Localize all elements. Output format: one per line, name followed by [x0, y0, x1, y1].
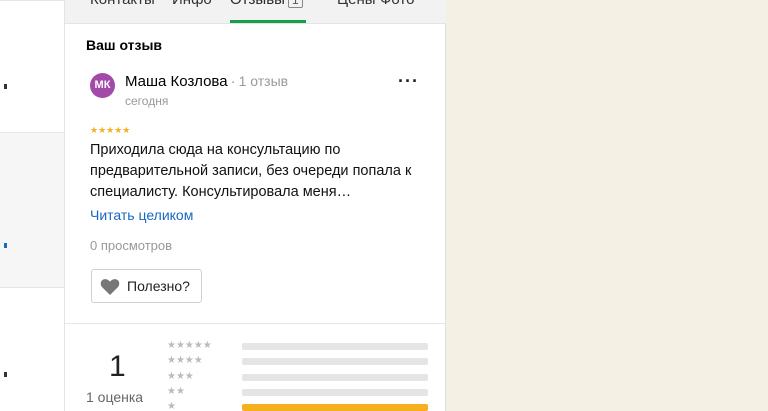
divider	[0, 287, 65, 288]
distribution-stars: ★★★★★	[167, 340, 212, 351]
rating-distribution-row: ★★★	[167, 371, 428, 383]
average-rating: 1	[109, 350, 126, 383]
review-text: Приходила сюда на консультацию по предва…	[90, 142, 412, 200]
review-rating-stars: ★★★★★	[90, 125, 131, 135]
tab-info[interactable]: Инфо	[172, 0, 212, 8]
separator-dot: ·	[230, 73, 236, 90]
distribution-bar	[242, 358, 428, 365]
tab-reviews[interactable]: Отзывы1	[230, 0, 303, 8]
divider	[0, 0, 65, 1]
distribution-bar-fill	[242, 404, 428, 411]
tab-prices[interactable]: Цены	[337, 0, 376, 8]
ratings-count: 1 оценка	[86, 389, 144, 405]
avatar[interactable]: МК	[90, 73, 115, 98]
tab-bar: Контакты Инфо Отзывы1 Цены Фото	[65, 0, 446, 24]
rating-distribution-row: ★★★★★	[167, 340, 428, 352]
tab-contacts[interactable]: Контакты	[90, 0, 155, 8]
distribution-bar	[242, 343, 428, 350]
heart-icon	[100, 279, 120, 295]
review-author: Маша Козлова · 1 отзыв	[125, 73, 288, 90]
list-marker	[4, 84, 7, 89]
list-marker	[4, 243, 7, 248]
rating-distribution-row: ★★	[167, 386, 428, 398]
distribution-bar	[242, 389, 428, 396]
tab-reviews-label: Отзывы	[230, 0, 285, 8]
view-count: 0 просмотров	[90, 238, 173, 253]
review-count-badge: 1	[287, 0, 303, 8]
divider	[65, 323, 446, 324]
tab-photos[interactable]: Фото	[380, 0, 414, 8]
distribution-bar	[242, 374, 428, 381]
left-sidebar	[0, 0, 65, 411]
organization-panel: Контакты Инфо Отзывы1 Цены Фото Ваш отзы…	[65, 0, 446, 411]
list-marker	[4, 372, 7, 377]
distribution-stars: ★★	[167, 386, 185, 397]
useful-button-label: Полезно?	[127, 278, 190, 294]
list-item[interactable]	[0, 133, 64, 287]
section-title: Ваш отзыв	[86, 37, 163, 53]
more-dots-icon[interactable]: ···	[398, 72, 419, 90]
distribution-stars: ★★★	[167, 371, 194, 382]
read-more-link[interactable]: Читать целиком	[90, 207, 193, 223]
author-name[interactable]: Маша Козлова	[125, 73, 228, 90]
distribution-stars: ★	[167, 401, 176, 411]
author-review-count: 1 отзыв	[238, 73, 289, 89]
rating-distribution-row: ★★★★	[167, 355, 428, 367]
useful-button[interactable]: Полезно?	[91, 269, 202, 303]
review-date: сегодня	[125, 94, 169, 108]
active-tab-indicator	[230, 20, 306, 23]
distribution-bar	[242, 404, 428, 411]
rating-distribution-row: ★	[167, 401, 428, 411]
distribution-stars: ★★★★	[167, 355, 203, 366]
